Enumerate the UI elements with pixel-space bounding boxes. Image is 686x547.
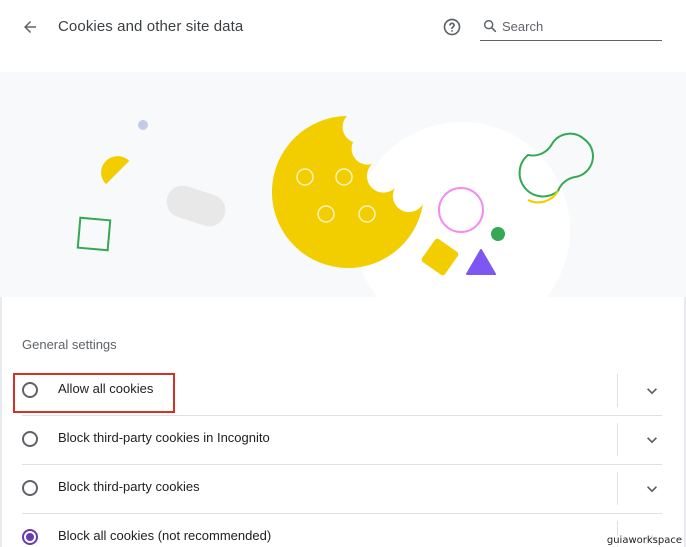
- highlight-annotation: [13, 373, 175, 413]
- cookie-option-row[interactable]: Block third-party cookies: [0, 464, 686, 513]
- option-label: Block all cookies (not recommended): [58, 528, 272, 543]
- expand-button[interactable]: [640, 428, 664, 452]
- help-circle-icon: [443, 18, 461, 36]
- cookie-option-row[interactable]: Block all cookies (not recommended): [0, 513, 686, 547]
- page-header: Cookies and other site data: [0, 0, 686, 72]
- small-dot-shape: [138, 120, 148, 130]
- search-icon: [483, 19, 497, 33]
- arrow-back-icon: [24, 21, 36, 33]
- page-title: Cookies and other site data: [58, 18, 244, 35]
- help-button[interactable]: [440, 15, 464, 39]
- row-divider: [617, 472, 618, 505]
- back-button[interactable]: [16, 13, 44, 41]
- settings-page: Cookies and other site data Search Gener…: [0, 0, 686, 547]
- radio-button-selected[interactable]: [22, 529, 38, 545]
- chevron-down-icon: [647, 486, 657, 493]
- cookie-option-row[interactable]: Block third-party cookies in Incognito: [0, 415, 686, 464]
- row-divider: [617, 374, 618, 407]
- radio-button[interactable]: [22, 480, 38, 496]
- radio-button[interactable]: [22, 431, 38, 447]
- expand-button[interactable]: [640, 379, 664, 403]
- green-dot-shape: [491, 227, 505, 241]
- row-divider: [617, 423, 618, 456]
- expand-button[interactable]: [640, 477, 664, 501]
- green-square-shape: [76, 216, 112, 252]
- cookie-illustration: [0, 72, 686, 297]
- chevron-down-icon: [647, 437, 657, 444]
- half-moon-shape: [101, 156, 130, 185]
- option-label: Block third-party cookies in Incognito: [58, 430, 270, 445]
- watermark: guiaworkspace: [604, 535, 684, 546]
- gray-pill-shape: [166, 185, 226, 227]
- general-settings-heading: General settings: [22, 337, 117, 352]
- chevron-down-icon: [647, 388, 657, 395]
- search-input[interactable]: [502, 16, 652, 36]
- option-label: Block third-party cookies: [58, 479, 200, 494]
- illustration-art: [76, 116, 594, 297]
- search-box[interactable]: [480, 14, 662, 41]
